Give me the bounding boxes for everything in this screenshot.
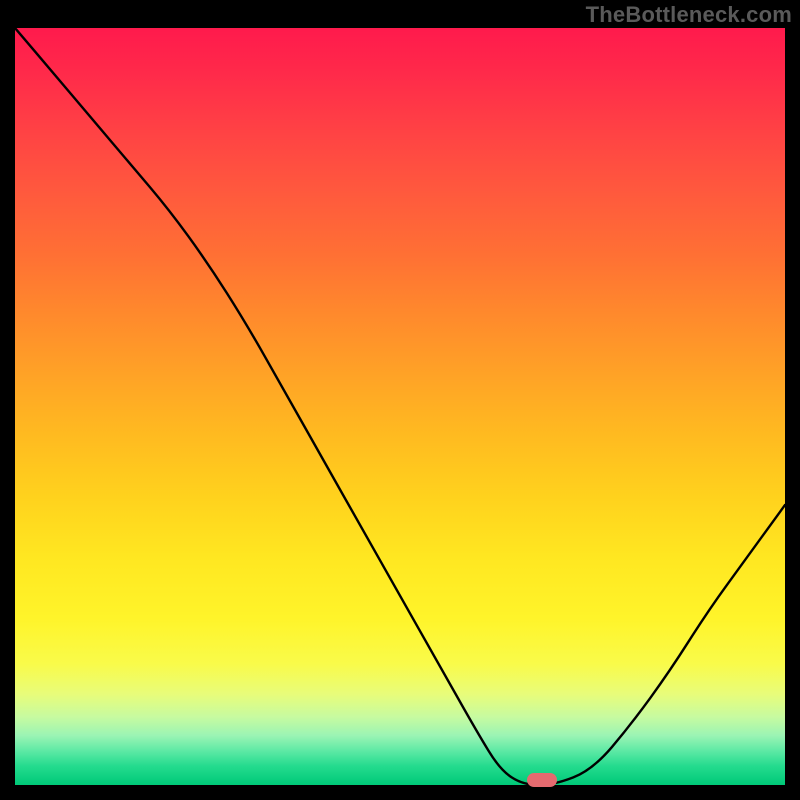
plot-area bbox=[15, 28, 785, 785]
optimal-point-marker bbox=[527, 773, 557, 787]
chart-frame: TheBottleneck.com bbox=[0, 0, 800, 800]
watermark-text: TheBottleneck.com bbox=[586, 2, 792, 28]
bottleneck-curve bbox=[15, 28, 785, 785]
